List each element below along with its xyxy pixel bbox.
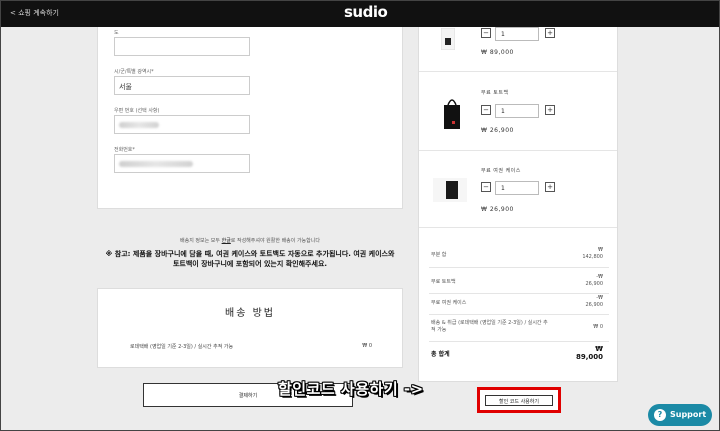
- item-price: ₩ 26,900: [481, 127, 514, 134]
- address-form: 도 시/군/특별 광역시* 서울 우편 번호 (선택 사항) 전화번호*: [97, 27, 403, 209]
- total-label: 총 합계: [431, 351, 450, 358]
- help-icon: ?: [654, 409, 666, 421]
- tote-discount-value: -₩ 26,900: [585, 274, 604, 287]
- sudio-logo[interactable]: sudio: [344, 3, 388, 21]
- divider: [419, 227, 617, 228]
- passport-case-image: [433, 178, 467, 202]
- phone-label: 전화번호*: [114, 147, 135, 153]
- increase-button[interactable]: +: [545, 105, 555, 115]
- coupon-highlight-box: 할인 코드 사용하기: [477, 387, 561, 413]
- decrease-button[interactable]: −: [481, 182, 491, 192]
- divider: [429, 314, 609, 315]
- postal-field[interactable]: [114, 115, 250, 134]
- shipping-title: 배송 방법: [225, 308, 275, 319]
- blurred-postal: [119, 122, 159, 128]
- shipping-price: ₩ 0: [362, 343, 372, 349]
- increase-button[interactable]: +: [545, 28, 555, 38]
- coupon-annotation: 할인코드 사용하기 ->: [278, 380, 424, 398]
- quantity-field[interactable]: 1: [495, 27, 539, 41]
- item-name: 무료 토트백: [481, 90, 509, 96]
- continue-shopping-link[interactable]: < 쇼핑 계속하기: [10, 8, 59, 18]
- shipping-option[interactable]: 로데택배 (영업일 기준 2-3일) / 실시간 추적 가능: [130, 343, 233, 350]
- support-button[interactable]: ? Support: [648, 404, 712, 426]
- city-label: 시/군/특별 광역시*: [114, 69, 154, 75]
- subtotal-label: 부분 합: [431, 252, 447, 258]
- divider: [419, 71, 617, 72]
- decrease-button[interactable]: −: [481, 105, 491, 115]
- discount-code-button[interactable]: 할인 코드 사용하기: [485, 395, 553, 406]
- address-notice: 배송지 정보는 모두 한글로 작성해주셔야 원활한 배송이 가능합니다: [180, 238, 320, 244]
- shipping-handling-value: ₩ 0: [593, 324, 603, 330]
- decrease-button[interactable]: −: [481, 28, 491, 38]
- quantity-field[interactable]: 1: [495, 104, 539, 118]
- support-label: Support: [670, 410, 707, 419]
- total-value: ₩89,000: [575, 345, 603, 361]
- shipping-method-panel: 배송 방법 로데택배 (영업일 기준 2-3일) / 실시간 추적 가능 ₩ 0: [97, 288, 403, 368]
- postal-label: 우편 번호 (선택 사항): [114, 108, 160, 114]
- phone-field[interactable]: [114, 154, 250, 173]
- divider: [429, 267, 609, 268]
- passport-discount-value: -₩ 26,900: [585, 295, 604, 308]
- item-name: 무료 여권 케이스: [481, 168, 521, 174]
- province-field[interactable]: [114, 37, 250, 56]
- tote-bag-image: [444, 99, 460, 129]
- passport-discount-label: 무료 여권 케이스: [431, 300, 467, 306]
- divider: [429, 341, 609, 342]
- city-value: 서울: [119, 83, 132, 91]
- tote-discount-label: 무료 토트백: [431, 279, 456, 285]
- shipping-handling-label: 배송 & 취급 (로데택배 (영업일 기준 2-3일) / 실시간 추적 가능: [431, 320, 548, 333]
- increase-button[interactable]: +: [545, 182, 555, 192]
- earbuds-case-image: [441, 28, 455, 50]
- city-field[interactable]: 서울: [114, 76, 250, 95]
- divider: [429, 293, 609, 294]
- divider: [419, 150, 617, 151]
- item-price: ₩ 89,000: [481, 49, 514, 56]
- cart-summary: − 1 + ₩ 89,000 무료 토트백 − 1 + ₩ 26,900 무료 …: [418, 27, 618, 382]
- gift-notice: ※ 참고: 제품을 장바구니에 담을 때, 여권 케이스와 토트백도 자동으로 …: [105, 250, 395, 268]
- blurred-phone: [119, 161, 193, 167]
- quantity-field[interactable]: 1: [495, 181, 539, 195]
- top-bar: < 쇼핑 계속하기 sudio: [0, 0, 720, 27]
- item-price: ₩ 26,900: [481, 206, 514, 213]
- province-label: 도: [114, 30, 119, 36]
- subtotal-value: ₩142,800: [582, 247, 603, 260]
